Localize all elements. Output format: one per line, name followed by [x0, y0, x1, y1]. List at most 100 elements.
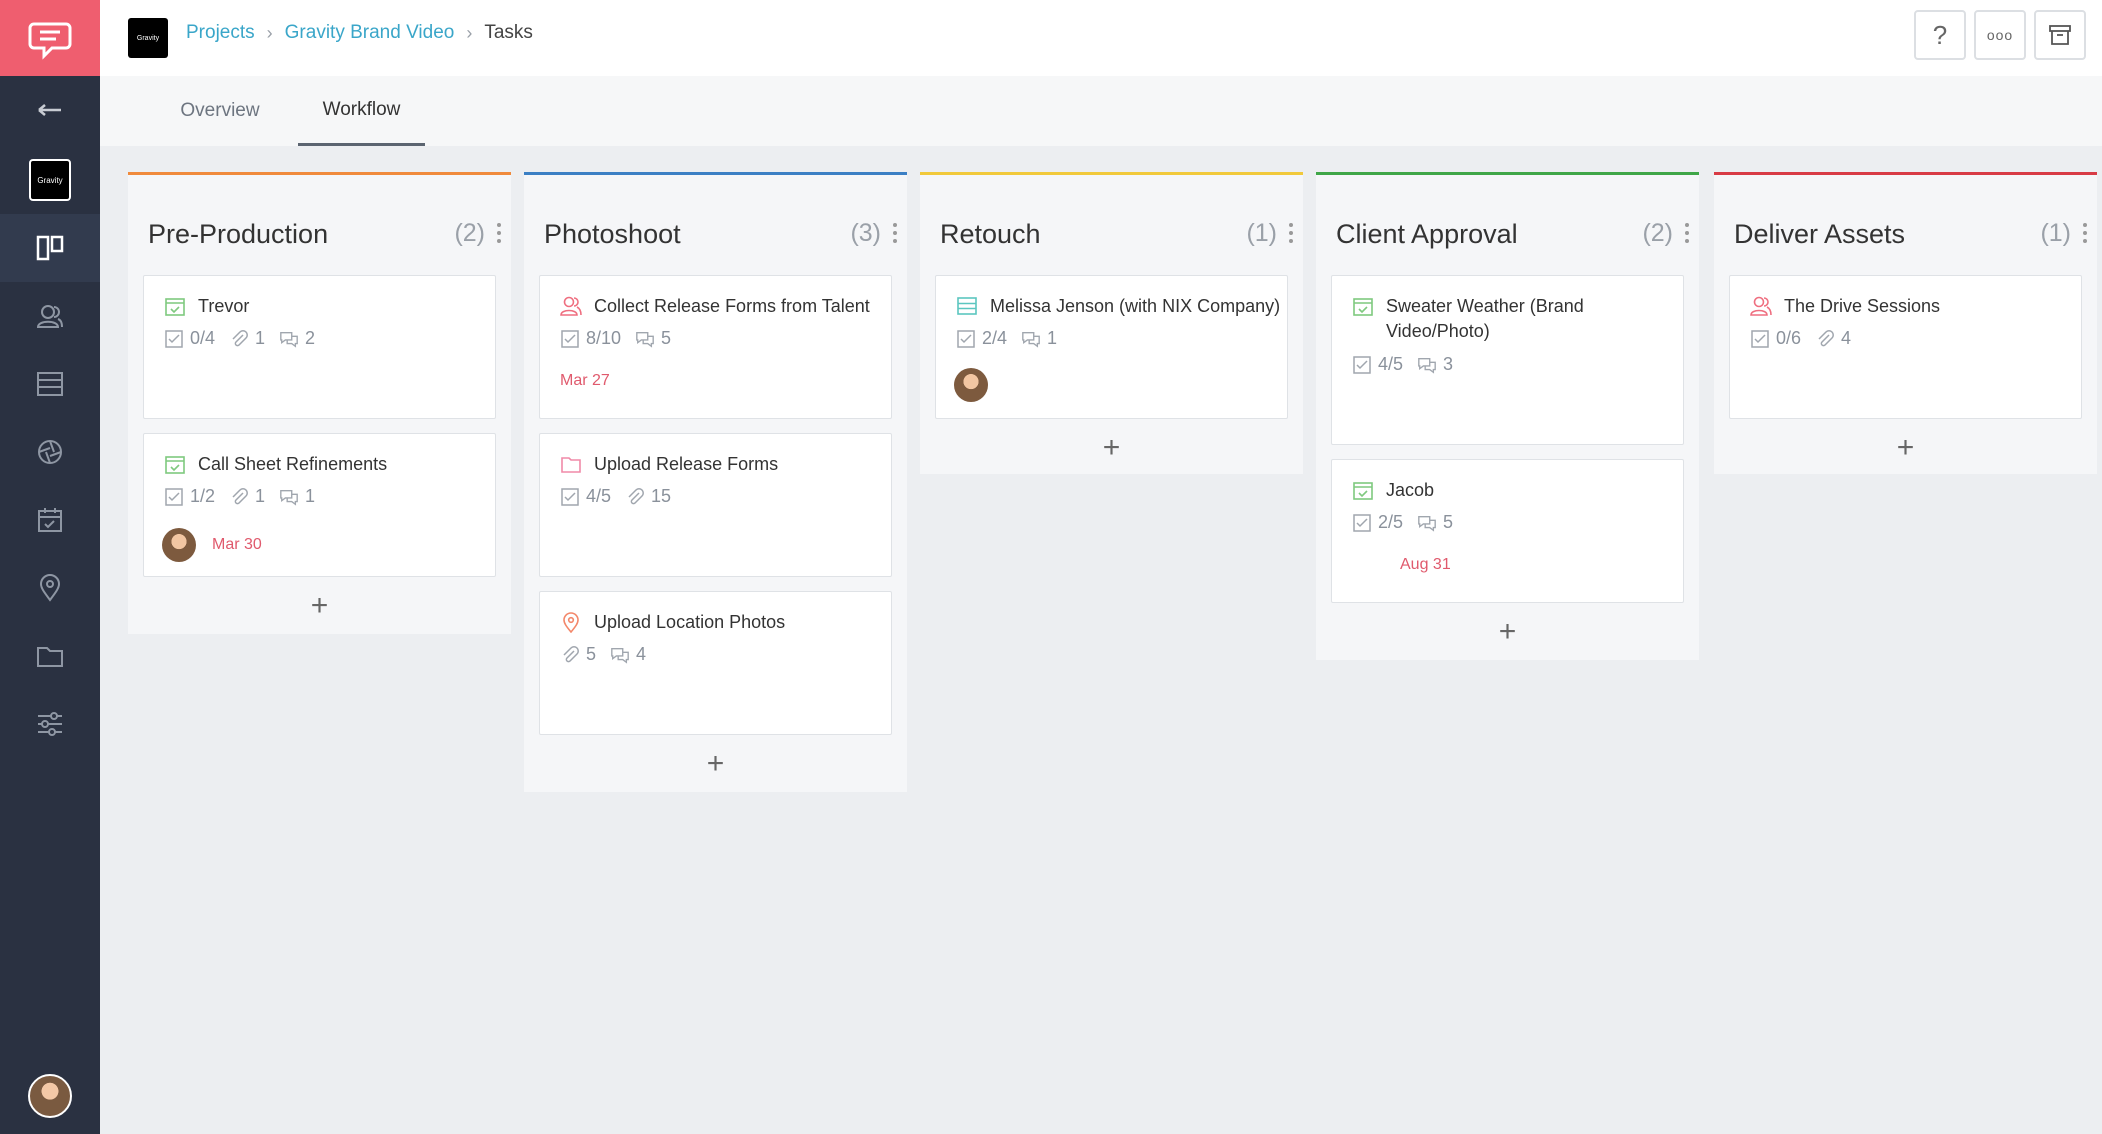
tab-overview[interactable]: Overview — [150, 76, 290, 146]
column-count: (2) — [1642, 219, 1673, 247]
project-thumb-label: Gravity — [29, 159, 71, 201]
task-card[interactable]: Upload Release Forms 4/5 15 — [539, 433, 892, 577]
checklist-icon — [1353, 513, 1371, 532]
comment-count: 4 — [636, 644, 647, 664]
column-count: (1) — [1246, 219, 1277, 247]
assignee-avatar[interactable] — [954, 368, 988, 402]
calendar-check-icon — [1353, 298, 1373, 316]
task-card[interactable]: Jacob 2/5 5 Aug 31 — [1331, 459, 1684, 603]
checklist-count: 0/6 — [1776, 328, 1802, 348]
column-title: Photoshoot — [544, 219, 681, 249]
checklist-count: 4/5 — [586, 486, 612, 506]
back-arrow-icon[interactable] — [0, 76, 100, 144]
comments-icon — [636, 331, 654, 348]
list-icon — [957, 297, 977, 315]
checklist-icon — [561, 487, 579, 506]
breadcrumb: Projects › Gravity Brand Video › Tasks — [186, 22, 533, 44]
comment-count: 5 — [1443, 512, 1454, 532]
card-title: Call Sheet Refinements — [198, 454, 388, 474]
checklist-icon — [1353, 355, 1371, 374]
location-icon[interactable] — [0, 554, 100, 622]
card-title: Sweater Weather (Brand Video/Photo) — [1386, 296, 1584, 341]
archive-icon — [2049, 25, 2071, 45]
user-avatar[interactable] — [28, 1074, 72, 1118]
calendar-check-icon — [165, 298, 185, 316]
calendar-icon[interactable] — [0, 486, 100, 554]
column-deliver-assets: Deliver Assets (1) The Drive Sessions 0/… — [1714, 172, 2097, 474]
checklist-count: 2/5 — [1378, 512, 1404, 532]
list-icon[interactable] — [0, 350, 100, 418]
checklist-icon — [957, 329, 975, 348]
project-thumbnail[interactable]: Gravity — [0, 146, 100, 214]
card-title: Jacob — [1386, 480, 1435, 500]
column-menu-icon[interactable] — [2083, 223, 2087, 247]
breadcrumb-project-link[interactable]: Gravity Brand Video — [285, 22, 455, 44]
folder-icon[interactable] — [0, 622, 100, 690]
column-title: Deliver Assets — [1734, 219, 1906, 249]
due-date: Aug 31 — [1400, 556, 1451, 573]
comment-count: 5 — [661, 328, 672, 348]
column-photoshoot: Photoshoot (3) Collect Release Forms fro… — [524, 172, 907, 792]
task-card[interactable]: Sweater Weather (Brand Video/Photo) 4/5 … — [1331, 275, 1684, 445]
card-title: Collect Release Forms from Talent — [594, 296, 870, 316]
card-title: The Drive Sessions — [1784, 296, 1941, 316]
column-count: (1) — [2040, 219, 2071, 247]
column-count: (2) — [454, 219, 485, 247]
attachment-count: 1 — [255, 328, 266, 348]
attachment-icon — [232, 329, 249, 346]
add-task-button[interactable]: + — [1714, 423, 2097, 473]
column-menu-icon[interactable] — [497, 223, 501, 247]
add-task-button[interactable]: + — [1316, 607, 1699, 657]
add-task-button[interactable]: + — [524, 739, 907, 789]
attachment-count: 5 — [586, 644, 597, 664]
task-card[interactable]: Call Sheet Refinements 1/2 1 1 Mar 30 — [143, 433, 496, 577]
aperture-icon[interactable] — [0, 418, 100, 486]
column-menu-icon[interactable] — [1289, 223, 1293, 247]
due-date: Mar 27 — [560, 372, 610, 389]
attachment-icon — [232, 487, 249, 504]
project-thumbnail[interactable]: Gravity — [128, 18, 168, 58]
more-options-button[interactable]: ooo — [1974, 10, 2026, 60]
comment-count: 1 — [305, 486, 316, 506]
checklist-icon — [1751, 329, 1769, 348]
contacts-icon — [560, 296, 582, 316]
calendar-check-icon — [1353, 482, 1373, 500]
task-card[interactable]: Upload Location Photos 5 4 — [539, 591, 892, 735]
topbar: Gravity Projects › Gravity Brand Video ›… — [100, 0, 2102, 76]
checklist-count: 0/4 — [190, 328, 216, 348]
assignee-avatar[interactable] — [162, 528, 196, 562]
checklist-icon — [561, 329, 579, 348]
checklist-count: 8/10 — [586, 328, 622, 348]
contacts-icon[interactable] — [0, 282, 100, 350]
comment-count: 3 — [1443, 354, 1454, 374]
task-card[interactable]: The Drive Sessions 0/6 4 — [1729, 275, 2082, 419]
chevron-right-icon: › — [266, 22, 273, 43]
add-task-button[interactable]: + — [920, 423, 1303, 473]
comments-icon — [1418, 357, 1436, 374]
task-card[interactable]: Trevor 0/4 1 2 — [143, 275, 496, 419]
card-title: Trevor — [198, 296, 250, 316]
column-title: Pre-Production — [148, 219, 329, 249]
column-menu-icon[interactable] — [1685, 223, 1689, 247]
chevron-right-icon: › — [466, 22, 473, 43]
task-card[interactable]: Melissa Jenson (with NIX Company) 2/4 1 — [935, 275, 1288, 419]
column-menu-icon[interactable] — [893, 223, 897, 247]
checklist-icon — [165, 329, 183, 348]
checklist-icon — [165, 487, 183, 506]
column-title: Client Approval — [1336, 219, 1518, 249]
column-client-approval: Client Approval (2) Sweater Weather (Bra… — [1316, 172, 1699, 660]
task-card[interactable]: Collect Release Forms from Talent 8/10 5… — [539, 275, 892, 419]
help-button[interactable]: ? — [1914, 10, 1966, 60]
breadcrumb-current: Tasks — [484, 22, 533, 43]
attachment-icon — [628, 487, 645, 504]
calendar-check-icon — [165, 456, 185, 474]
breadcrumb-projects-link[interactable]: Projects — [186, 22, 255, 44]
board-icon[interactable] — [0, 214, 100, 282]
add-task-button[interactable]: + — [128, 581, 511, 631]
tab-workflow[interactable]: Workflow — [298, 76, 425, 146]
project-thumb-label: Gravity — [136, 34, 160, 42]
settings-sliders-icon[interactable] — [0, 690, 100, 758]
location-icon — [563, 612, 579, 633]
chat-logo-icon[interactable] — [0, 0, 100, 76]
archive-button[interactable] — [2034, 10, 2086, 60]
